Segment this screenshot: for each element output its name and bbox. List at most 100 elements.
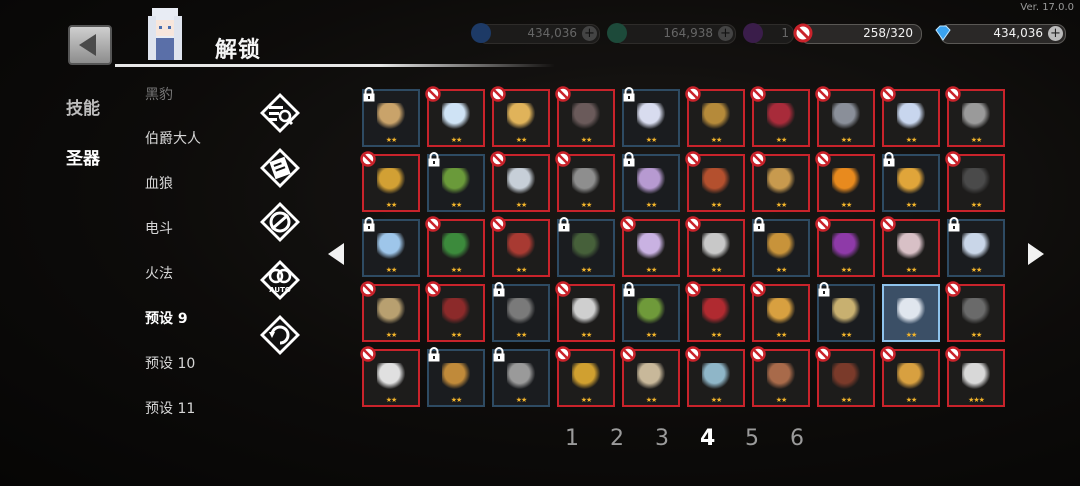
brick-icon xyxy=(442,363,470,389)
bg-currency-2-value: 164,938 xyxy=(663,26,713,40)
relic-slot-antler[interactable]: ★★ xyxy=(750,346,810,407)
tab-relics[interactable]: 圣器 xyxy=(66,144,100,169)
relic-slot-shield-orb[interactable]: ★★ xyxy=(880,86,940,147)
preset-item[interactable]: 火法 xyxy=(145,263,173,283)
mask-icon xyxy=(377,103,405,129)
page-5[interactable]: 5 xyxy=(745,426,759,451)
relic-slot-planet[interactable]: ★★ xyxy=(882,152,940,212)
page-4[interactable]: 4 xyxy=(700,426,715,451)
heart-stone-icon xyxy=(507,233,535,259)
relic-slot-mask[interactable]: ★★ xyxy=(362,87,420,147)
ban-icon xyxy=(685,281,701,297)
relic-slot-cane[interactable]: ★★ xyxy=(882,284,940,342)
relic-slot-red-cape[interactable]: ★★ xyxy=(750,86,810,147)
next-page-arrow[interactable] xyxy=(1028,243,1044,265)
relic-slot-orange[interactable]: ★★ xyxy=(815,151,875,212)
relic-slot-dark-disc[interactable]: ★★ xyxy=(555,86,615,147)
relic-slot-amulet[interactable]: ★★ xyxy=(425,281,485,342)
relic-slot-boots[interactable]: ★★ xyxy=(685,86,745,147)
ban-icon xyxy=(880,216,896,232)
relic-slot-claw[interactable]: ★★ xyxy=(815,86,875,147)
star-rating: ★★ xyxy=(385,136,398,144)
preset-item[interactable]: 电斗 xyxy=(145,218,173,238)
ring-icon[interactable] xyxy=(259,201,301,243)
relic-slot-brick[interactable]: ★★ xyxy=(427,347,485,407)
relic-slot-stone[interactable]: ★★ xyxy=(815,346,875,407)
page-2[interactable]: 2 xyxy=(610,426,624,451)
relic-slot-ice-cube[interactable]: ★★ xyxy=(425,86,485,147)
relic-slot-shard[interactable]: ★★ xyxy=(947,217,1005,277)
preset-item-selected[interactable]: 预设 9 xyxy=(145,308,188,328)
lock-icon xyxy=(428,347,440,362)
relic-slot-round-shield[interactable]: ★★ xyxy=(492,282,550,342)
ban-icon xyxy=(360,281,376,297)
page-3[interactable]: 3 xyxy=(655,426,669,451)
star-rating: ★★ xyxy=(905,201,918,209)
shell-icon xyxy=(897,233,925,259)
star-rating: ★★ xyxy=(580,136,593,144)
page-6[interactable]: 6 xyxy=(790,426,804,451)
scroll-icon[interactable] xyxy=(259,147,301,189)
relic-slot-crystal[interactable]: ★★ xyxy=(622,152,680,212)
relic-slot-tent[interactable]: ★★ xyxy=(492,347,550,407)
star-rating: ★★ xyxy=(450,136,463,144)
relic-slot-heart-stone[interactable]: ★★ xyxy=(490,216,550,277)
relic-slot-letter[interactable]: ★★ xyxy=(685,216,745,277)
relic-slot-box[interactable]: ★★ xyxy=(620,346,680,407)
lock-icon xyxy=(363,217,375,232)
star-rating: ★★ xyxy=(775,201,788,209)
relic-slot-dark-eye[interactable]: ★★ xyxy=(815,216,875,277)
relic-slot-glasses[interactable]: ★★ xyxy=(685,281,745,342)
relic-slot-gold-orb[interactable]: ★★ xyxy=(555,346,615,407)
relic-slot-scimitar[interactable]: ★★ xyxy=(360,346,420,407)
knife-icon xyxy=(377,298,405,324)
auto-icon[interactable]: AUTO xyxy=(259,259,301,301)
star-rating: ★★ xyxy=(645,136,658,144)
relic-slot-staff[interactable]: ★★ xyxy=(557,217,615,277)
relic-slot-leaf[interactable]: ★★ xyxy=(427,152,485,212)
relic-slot-chain[interactable]: ★★ xyxy=(555,151,615,212)
relic-slot-jar[interactable]: ★★ xyxy=(685,151,745,212)
relic-slot-flowers[interactable]: ★★ xyxy=(490,86,550,147)
relic-slot-frost[interactable]: ★★ xyxy=(362,217,420,277)
relic-slot-coin[interactable]: ★★ xyxy=(945,86,1005,147)
star-rating: ★★ xyxy=(710,331,723,339)
relic-slot-hat[interactable]: ★★ xyxy=(622,282,680,342)
star-rating: ★★ xyxy=(515,396,528,404)
relic-slot-knife[interactable]: ★★ xyxy=(360,281,420,342)
relic-slot-moss[interactable]: ★★ xyxy=(425,216,485,277)
relic-slot-crescent[interactable]: ★★ xyxy=(622,87,680,147)
back-button[interactable] xyxy=(68,25,112,65)
stone-icon xyxy=(832,363,860,389)
preset-item[interactable]: 预设 10 xyxy=(145,353,195,373)
relic-slot-spear[interactable]: ★★ xyxy=(750,281,810,342)
relic-slot-amethyst[interactable]: ★★ xyxy=(620,216,680,277)
relic-slot-potion[interactable]: ★★★ xyxy=(945,346,1005,407)
preset-item[interactable]: 黑豹 xyxy=(145,84,173,104)
relic-slot-cloud[interactable]: ★★ xyxy=(490,151,550,212)
relic-slot-gear[interactable]: ★★ xyxy=(945,281,1005,342)
relic-slot-mirror[interactable]: ★★ xyxy=(750,151,810,212)
relic-slot-rune[interactable]: ★★ xyxy=(817,282,875,342)
relic-slot-scepter[interactable]: ★★ xyxy=(880,346,940,407)
tab-skills[interactable]: 技能 xyxy=(66,94,100,119)
relic-slot-ring[interactable]: ★★ xyxy=(752,217,810,277)
preset-item[interactable]: 血狼 xyxy=(145,173,173,193)
page-1[interactable]: 1 xyxy=(565,426,579,451)
relic-slot-shell[interactable]: ★★ xyxy=(880,216,940,277)
tent-icon xyxy=(507,363,535,389)
relic-slot-wings[interactable]: ★★ xyxy=(555,281,615,342)
ban-icon xyxy=(815,216,831,232)
star-rating: ★★ xyxy=(970,266,983,274)
relic-slot-bowl[interactable]: ★★ xyxy=(685,346,745,407)
refresh-icon[interactable] xyxy=(259,314,301,356)
prev-page-arrow[interactable] xyxy=(328,243,344,265)
preset-item[interactable]: 伯爵大人 xyxy=(145,128,201,148)
search-list-icon[interactable] xyxy=(259,92,301,134)
ban-icon xyxy=(685,86,701,102)
star-rating: ★★ xyxy=(580,331,593,339)
preset-item[interactable]: 预设 11 xyxy=(145,398,195,418)
relic-slot-helmet[interactable]: ★★ xyxy=(945,151,1005,212)
add-gems-button[interactable]: + xyxy=(1048,26,1063,41)
relic-slot-medal[interactable]: ★★ xyxy=(360,151,420,212)
